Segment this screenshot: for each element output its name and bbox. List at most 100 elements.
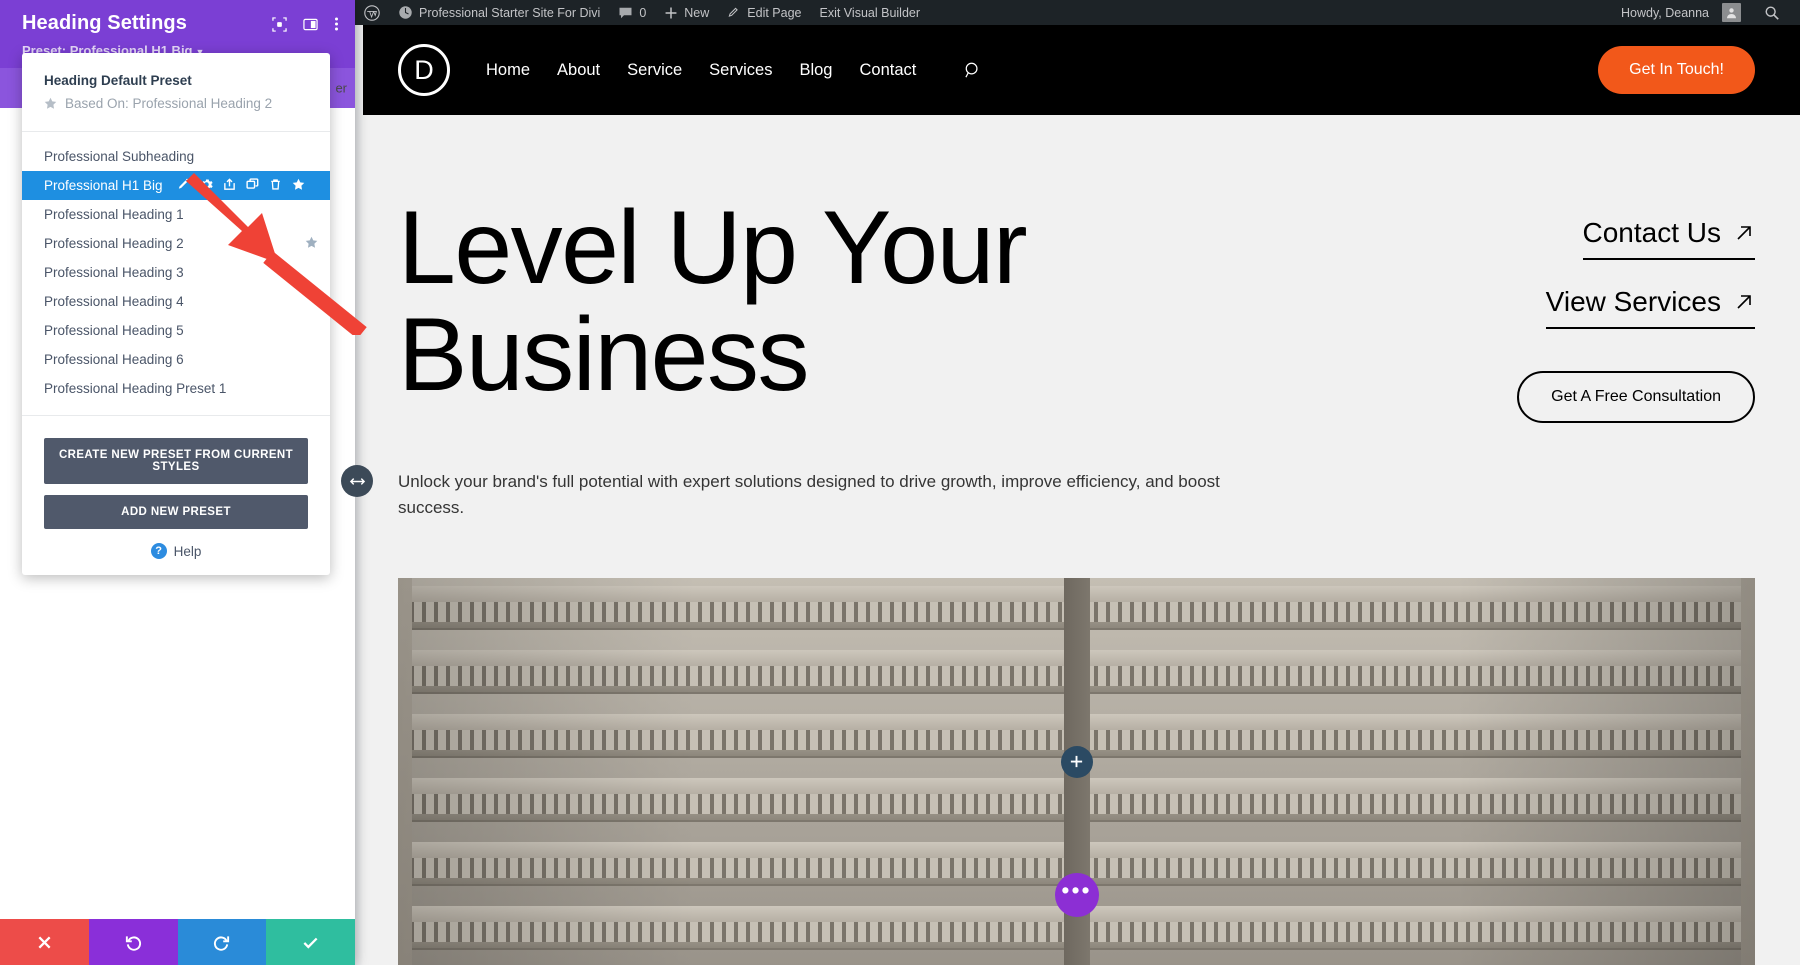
create-new-preset-button[interactable]: CREATE NEW PRESET FROM CURRENT STYLES [44, 438, 308, 484]
pencil-icon [728, 7, 739, 17]
site-header: D Home About Service Services Blog Conta… [355, 25, 1800, 115]
admin-search-button[interactable] [1750, 5, 1790, 21]
star-icon [44, 97, 57, 109]
preset-item-professional-heading-4[interactable]: Professional Heading 4 [22, 287, 330, 316]
preset-item-label: Professional Heading 2 [44, 236, 184, 251]
get-in-touch-button[interactable]: Get In Touch! [1598, 46, 1755, 94]
preset-item-label: Professional Heading 1 [44, 207, 184, 222]
undo-arrow-icon [125, 935, 141, 951]
default-preset-block[interactable]: Heading Default Preset Based On: Profess… [22, 53, 330, 117]
help-link[interactable]: ? Help [44, 543, 308, 559]
account-menu[interactable]: Howdy, Deanna [1612, 0, 1750, 25]
exit-visual-builder-label: Exit Visual Builder [819, 5, 921, 20]
cancel-button[interactable] [0, 919, 89, 965]
get-free-consultation-button[interactable]: Get A Free Consultation [1517, 371, 1755, 423]
redo-button[interactable] [177, 919, 267, 965]
site-logo[interactable]: D [398, 44, 450, 96]
panel-action-bar [0, 919, 355, 965]
nav-item-contact[interactable]: Contact [859, 61, 916, 80]
preset-item-label: Professional Subheading [44, 149, 195, 164]
search-icon [965, 62, 978, 77]
preset-item-label: Professional Heading 4 [44, 294, 184, 309]
primary-nav: Home About Service Services Blog Contact [486, 61, 983, 80]
layout-columns-icon[interactable] [303, 17, 318, 37]
preset-list: Professional Subheading Professional H1 … [22, 132, 330, 403]
arrow-up-right-icon [1737, 295, 1751, 309]
checkmark-icon [303, 937, 318, 949]
undo-button[interactable] [88, 919, 178, 965]
set-default-star-icon[interactable] [292, 178, 305, 194]
delete-trash-icon[interactable] [269, 178, 282, 194]
hero-image[interactable]: ••• [398, 577, 1755, 965]
tabbar-trailing-text: er [335, 80, 347, 96]
preset-item-label: Professional Heading Preset 1 [44, 381, 227, 396]
preset-item-professional-heading-5[interactable]: Professional Heading 5 [22, 316, 330, 345]
more-vertical-icon[interactable] [334, 16, 339, 37]
site-name-button[interactable]: Professional Starter Site For Divi [389, 0, 609, 25]
nav-search-button[interactable] [964, 61, 983, 80]
site-name-label: Professional Starter Site For Divi [419, 5, 601, 20]
view-services-link[interactable]: View Services [1545, 286, 1755, 329]
close-x-icon [38, 936, 51, 948]
plus-icon [665, 7, 677, 18]
duplicate-icon[interactable] [245, 177, 259, 194]
search-icon [1765, 6, 1779, 20]
preset-item-label: Professional Heading 3 [44, 265, 184, 280]
preset-item-professional-heading-1[interactable]: Professional Heading 1 [22, 200, 330, 229]
edit-page-label: Edit Page [747, 5, 802, 20]
howdy-label: Howdy, Deanna [1620, 5, 1709, 20]
hero-heading: Level Up Your Business [398, 190, 1028, 414]
contact-us-link[interactable]: Contact Us [1582, 217, 1755, 260]
nav-item-services[interactable]: Services [709, 61, 772, 80]
preset-item-professional-h1-big[interactable]: Professional H1 Big [22, 171, 330, 200]
nav-item-service[interactable]: Service [627, 61, 682, 80]
avatar [1722, 3, 1741, 22]
plus-icon [1070, 756, 1083, 768]
export-icon[interactable] [223, 177, 236, 194]
module-options-button[interactable]: ••• [1054, 872, 1099, 917]
new-label: New [684, 5, 710, 20]
preset-item-professional-heading-6[interactable]: Professional Heading 6 [22, 345, 330, 374]
panel-header-icons [272, 12, 339, 37]
view-services-label: View Services [1545, 286, 1721, 317]
dashboard-icon [399, 6, 412, 19]
fullscreen-icon[interactable] [272, 16, 287, 37]
horizontal-resize-icon [349, 477, 365, 485]
preset-item-label: Professional Heading 5 [44, 323, 184, 338]
preset-item-label: Professional H1 Big [44, 178, 163, 193]
hero-section: Level Up Your Business Contact Us View S… [355, 115, 1800, 423]
based-on-row: Based On: Professional Heading 2 [44, 96, 308, 111]
new-content-button[interactable]: New [655, 0, 718, 25]
preset-item-professional-subheading[interactable]: Professional Subheading [22, 142, 330, 171]
help-label: Help [173, 543, 202, 559]
default-preset-title: Heading Default Preset [44, 73, 192, 88]
settings-gear-icon[interactable] [200, 178, 213, 194]
contact-us-label: Contact Us [1582, 217, 1722, 248]
save-button[interactable] [266, 919, 355, 965]
redo-arrow-icon [214, 935, 230, 951]
dropdown-footer: CREATE NEW PRESET FROM CURRENT STYLES AD… [22, 416, 330, 559]
based-on-label: Based On: Professional Heading 2 [65, 96, 273, 111]
preset-item-label: Professional Heading 6 [44, 352, 184, 367]
panel-resize-handle[interactable] [341, 465, 373, 497]
exit-visual-builder-button[interactable]: Exit Visual Builder [811, 0, 930, 25]
comments-count: 0 [639, 5, 647, 20]
wordpress-logo-button[interactable] [355, 0, 389, 25]
screen-root: Professional Starter Site For Divi 0 New… [0, 0, 1800, 965]
question-circle-icon: ? [150, 543, 167, 559]
user-avatar-icon [1727, 8, 1736, 19]
add-new-preset-button[interactable]: ADD NEW PRESET [44, 495, 308, 529]
nav-item-home[interactable]: Home [486, 61, 530, 80]
nav-item-about[interactable]: About [557, 61, 600, 80]
hero-paragraph: Unlock your brand's full potential with … [398, 472, 1220, 518]
rename-pencil-icon[interactable] [177, 178, 190, 194]
comments-button[interactable]: 0 [609, 0, 655, 25]
edit-page-button[interactable]: Edit Page [718, 0, 810, 25]
add-module-button[interactable] [1060, 745, 1093, 778]
preset-row-actions [177, 177, 305, 194]
hero-left-column: Level Up Your Business [398, 190, 1058, 423]
preset-item-professional-heading-2[interactable]: Professional Heading 2 [22, 229, 330, 258]
preset-item-professional-heading-3[interactable]: Professional Heading 3 [22, 258, 330, 287]
nav-item-blog[interactable]: Blog [799, 61, 832, 80]
preset-item-professional-heading-preset-1[interactable]: Professional Heading Preset 1 [22, 374, 330, 403]
